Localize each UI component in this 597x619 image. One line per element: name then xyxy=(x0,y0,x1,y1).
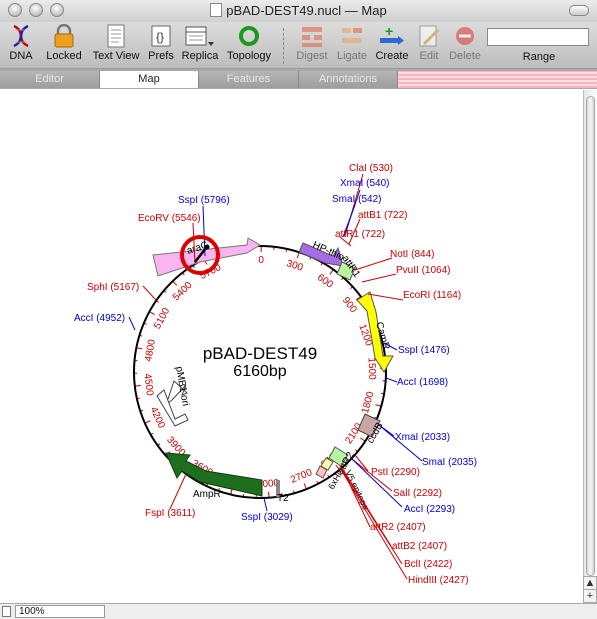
tick-label: 0 xyxy=(258,255,264,266)
tab-bar: Editor Map Features Annotations xyxy=(0,69,597,89)
status-bar: 100% xyxy=(0,603,583,619)
feature-label-ampr: AmpR xyxy=(193,489,221,500)
leader-acci-4952 xyxy=(128,316,136,331)
site-acci-2293[interactable]: AccI (2293) xyxy=(404,504,455,515)
dna-button[interactable]: DNA xyxy=(4,24,38,62)
ligate-icon xyxy=(342,28,362,43)
site-hindiii[interactable]: HindIII (2427) xyxy=(408,575,469,586)
ligate-button[interactable]: Ligate xyxy=(334,24,370,62)
edit-button[interactable]: Edit xyxy=(414,24,444,62)
title-bar: pBAD-DEST49.nucl — Map xyxy=(0,0,597,23)
toolbar: DNA Locked Text View {} Prefs Replica To… xyxy=(0,22,597,69)
site-fspi[interactable]: FspI (3611) xyxy=(145,508,195,519)
feature-label-t2: T2 xyxy=(277,493,289,504)
tab-bar-filler xyxy=(398,71,597,88)
tick-label: 300 xyxy=(285,258,305,274)
site-sspi-1476[interactable]: SspI (1476) xyxy=(398,345,450,356)
site-ecorv[interactable]: EcoRV (5546) xyxy=(138,213,201,224)
site-bcli[interactable]: BclI (2422) xyxy=(404,559,452,570)
tick-label: 900 xyxy=(340,295,359,315)
digest-icon xyxy=(302,27,322,47)
tick-label: 1800 xyxy=(360,390,377,415)
zoom-select[interactable]: 100% xyxy=(15,605,105,618)
tick-label: 2700 xyxy=(289,467,314,486)
site-noti[interactable]: NotI (844) xyxy=(390,249,434,260)
toolbar-toggle-button[interactable] xyxy=(569,5,589,16)
lock-icon xyxy=(54,23,74,48)
site-sphi[interactable]: SphI (5167) xyxy=(87,282,139,293)
prefs-button[interactable]: {} Prefs xyxy=(146,24,176,62)
site-acci-1698[interactable]: AccI (1698) xyxy=(397,377,448,388)
map-canvas[interactable]: 0300600900120015001800210024002700300033… xyxy=(0,90,583,603)
topology-button[interactable]: Topology xyxy=(224,24,274,62)
site-attb1[interactable]: attB1 (722) xyxy=(358,210,407,221)
replica-icon xyxy=(185,26,214,46)
leader-sphi xyxy=(142,285,157,301)
tab-annotations[interactable]: Annotations xyxy=(299,71,398,88)
site-sspi-3029[interactable]: SspI (3029) xyxy=(241,512,293,523)
leader-sspi-3029 xyxy=(263,497,268,512)
leader-smai-2035 xyxy=(378,424,423,462)
range-input[interactable] xyxy=(487,28,589,46)
svg-text:+: + xyxy=(385,24,393,39)
tab-map[interactable]: Map xyxy=(100,71,199,88)
create-button[interactable]: + Create xyxy=(372,23,412,62)
site-xmai-2033[interactable]: XmaI (2033) xyxy=(395,432,450,443)
plasmid-length: 6160bp xyxy=(233,363,286,380)
feature-label-v5-epitope: V5 epitope xyxy=(343,468,371,511)
preferences-icon: {} xyxy=(151,25,171,47)
replica-button[interactable]: Replica xyxy=(180,24,220,62)
tick-label: 4500 xyxy=(141,373,155,397)
locked-button[interactable]: Locked xyxy=(44,23,84,62)
circular-topology-icon xyxy=(239,26,259,46)
range-label: Range xyxy=(522,51,556,63)
tick-label: 1500 xyxy=(365,357,377,380)
plasmid-map: 0300600900120015001800210024002700300033… xyxy=(74,163,477,586)
leader-ecori xyxy=(367,293,404,301)
site-sali[interactable]: SalI (2292) xyxy=(393,488,442,499)
text-view-button[interactable]: Text View xyxy=(90,24,142,62)
tab-features[interactable]: Features xyxy=(199,71,299,88)
document-text-icon xyxy=(107,24,125,48)
scroll-up-button[interactable]: ▲ xyxy=(583,576,597,590)
site-attr1[interactable]: attR1 (722) xyxy=(335,229,385,240)
leader-noti xyxy=(354,257,393,271)
tick-label: 5100 xyxy=(152,306,172,331)
digest-button[interactable]: Digest xyxy=(294,24,330,62)
document-icon xyxy=(210,3,223,17)
site-attb2[interactable]: attB2 (2407) xyxy=(392,541,447,552)
site-sspi-5796[interactable]: SspI (5796) xyxy=(178,195,230,206)
dna-helix-icon xyxy=(13,24,29,48)
site-pvuii[interactable]: PvuII (1064) xyxy=(396,265,450,276)
tick-label: 4800 xyxy=(143,338,158,362)
site-attr2[interactable]: attR2 (2407) xyxy=(370,522,426,533)
leader-pvuii xyxy=(361,273,397,283)
toolbar-separator xyxy=(283,28,285,64)
edit-icon xyxy=(419,25,440,47)
site-acci-4952[interactable]: AccI (4952) xyxy=(74,313,125,324)
zoom-in-button[interactable]: + xyxy=(583,589,597,603)
vertical-scrollbar[interactable] xyxy=(583,90,597,590)
scroll-thumb[interactable] xyxy=(586,96,595,576)
window-title: pBAD-DEST49.nucl — Map xyxy=(226,3,387,18)
leader-acci-1698 xyxy=(385,377,398,383)
delete-icon xyxy=(456,27,474,45)
site-ecori[interactable]: EcoRI (1164) xyxy=(403,290,461,301)
plasmid-name: pBAD-DEST49 xyxy=(203,344,317,363)
svg-text:{}: {} xyxy=(156,30,164,44)
site-clai[interactable]: ClaI (530) xyxy=(349,163,393,174)
site-smai-542[interactable]: SmaI (542) xyxy=(332,194,381,205)
tick-label: 600 xyxy=(315,272,335,291)
site-xmai-540[interactable]: XmaI (540) xyxy=(340,178,389,189)
delete-button[interactable]: Delete xyxy=(446,24,484,62)
site-smai-2035[interactable]: SmaI (2035) xyxy=(422,457,477,468)
app-window: pBAD-DEST49.nucl — Map DNA Locked Text V… xyxy=(0,0,597,619)
site-psti[interactable]: PstI (2290) xyxy=(371,467,420,478)
leader-fspi xyxy=(169,473,187,510)
create-icon: + xyxy=(380,23,404,45)
tick-label: 4200 xyxy=(148,405,167,430)
resize-corner[interactable] xyxy=(583,603,597,619)
tab-editor[interactable]: Editor xyxy=(0,71,100,88)
page-icon xyxy=(2,606,11,617)
